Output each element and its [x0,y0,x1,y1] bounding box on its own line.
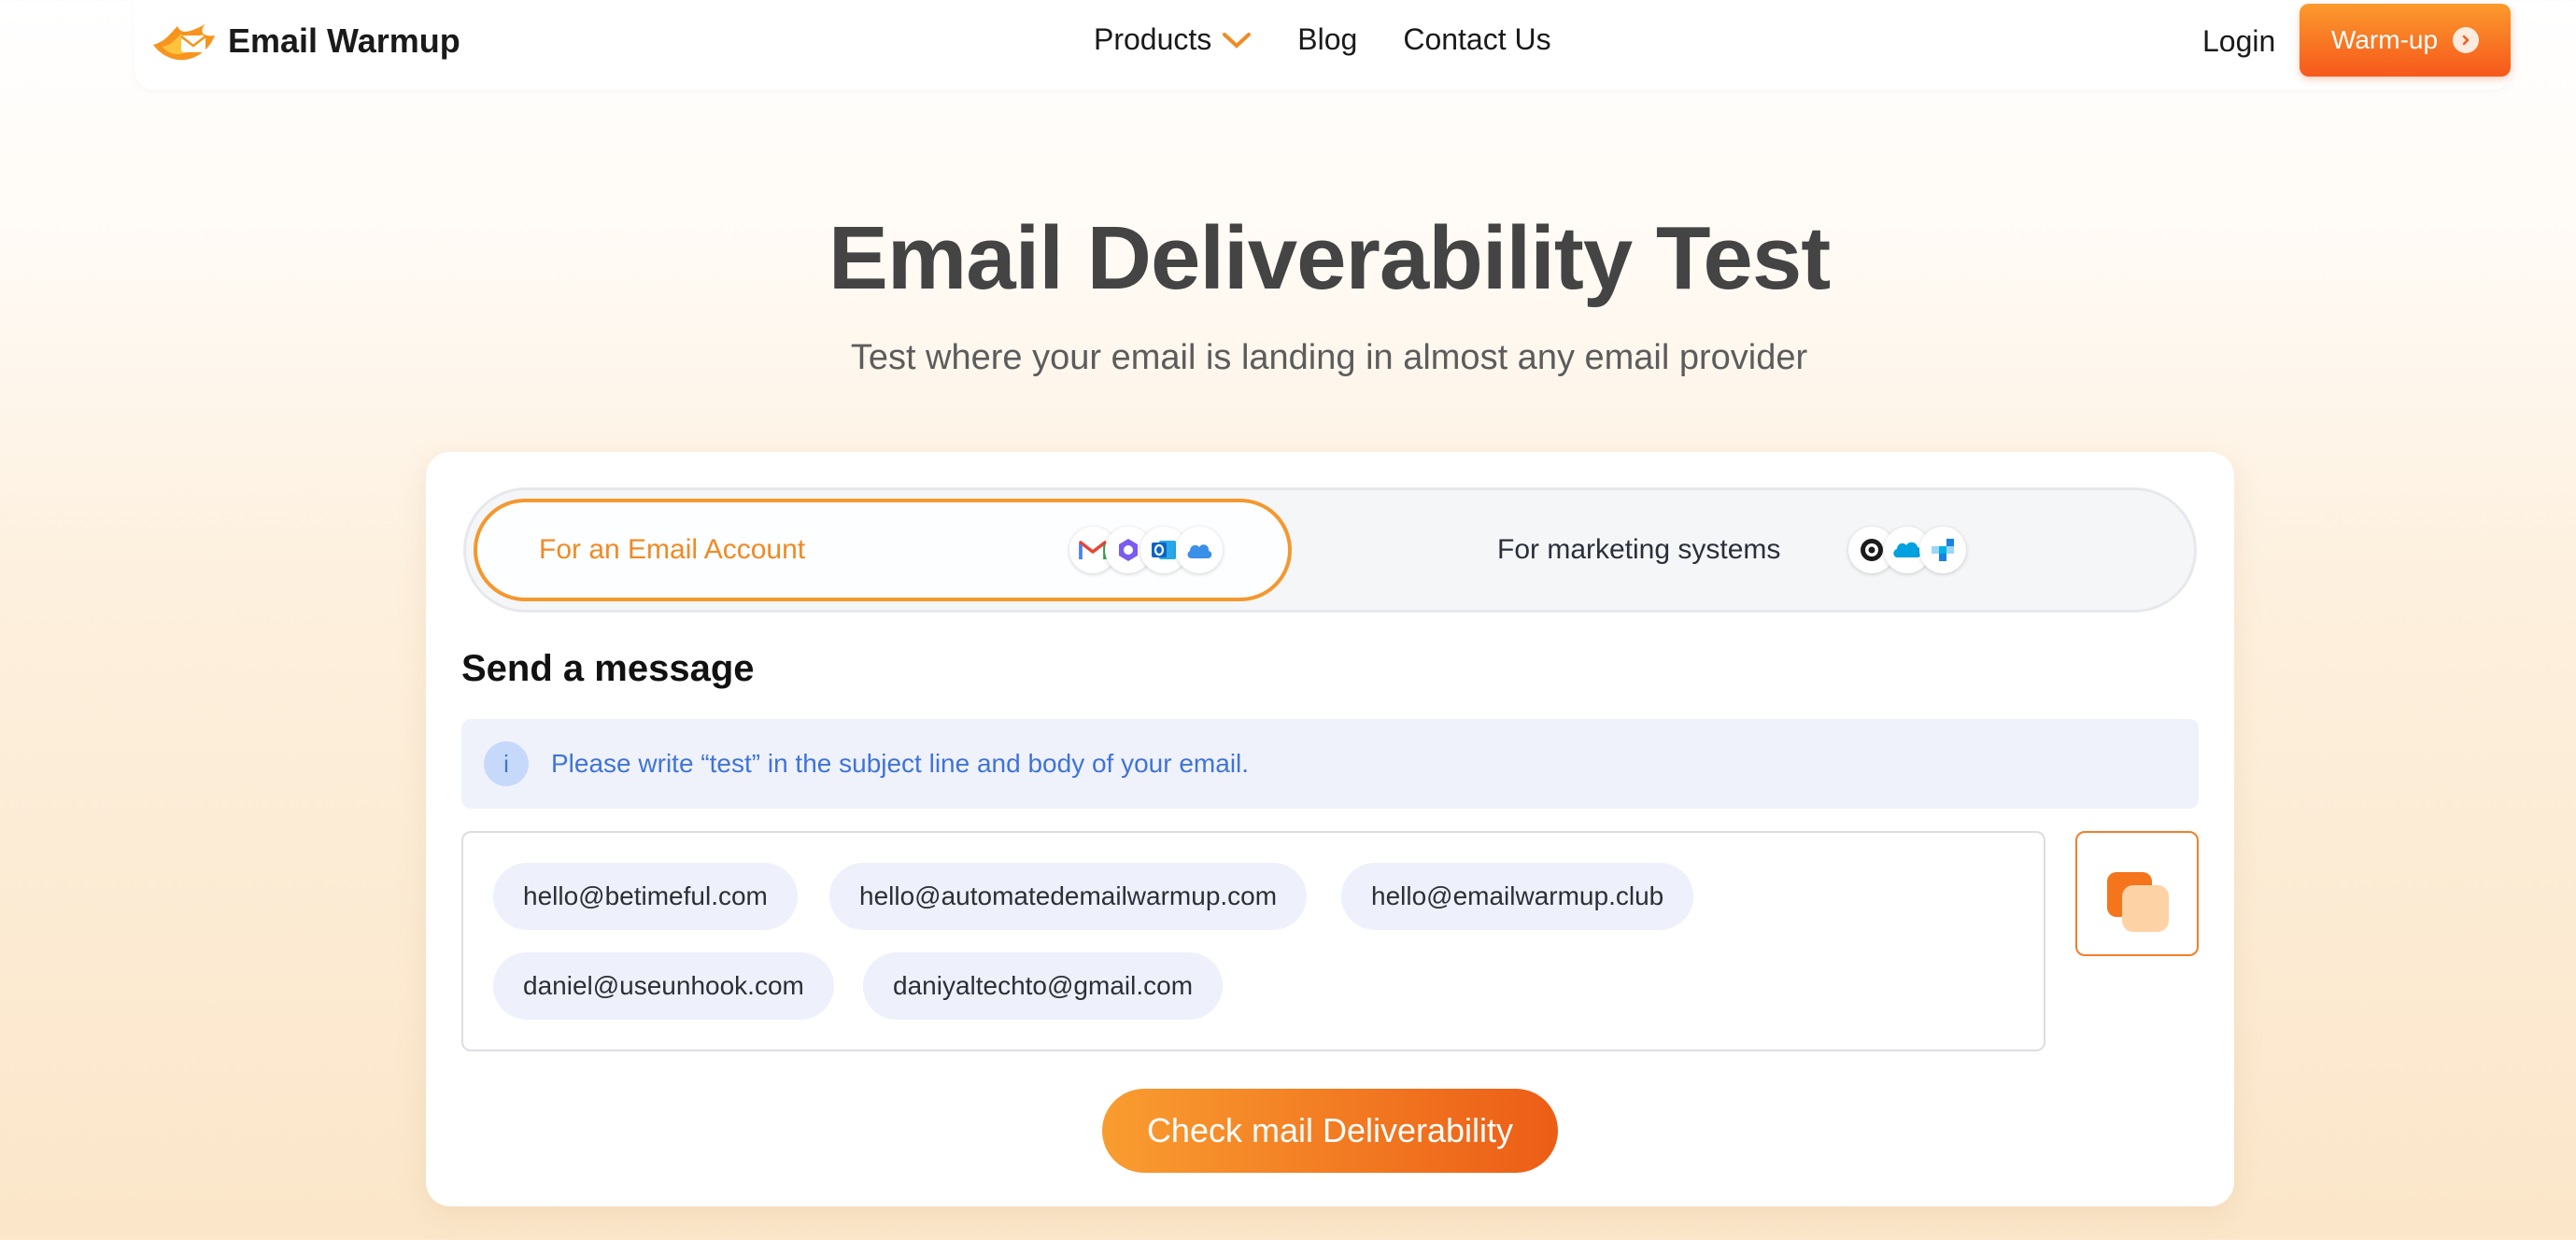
send-message-title: Send a message [461,648,755,689]
login-link[interactable]: Login [2202,24,2275,59]
sendgrid-icon [1919,527,1966,573]
main-nav: Products Blog Contact Us [1094,22,1551,57]
chevron-down-icon [1223,32,1252,49]
email-chip[interactable]: hello@automatedemailwarmup.com [829,863,1308,930]
tab-marketing-systems-label: For marketing systems [1497,534,1781,565]
site-header: Email Warmup Products Blog Contact Us Lo… [134,0,2512,90]
email-chip[interactable]: hello@emailwarmup.club [1341,863,1694,930]
logo-text: Email Warmup [228,21,460,60]
info-banner: i Please write “test” in the subject lin… [461,719,2199,809]
email-provider-icons [1069,527,1223,573]
warmup-button[interactable]: Warm-up [2300,4,2511,77]
nav-products-label: Products [1094,22,1212,56]
logo[interactable]: Email Warmup [149,13,460,69]
email-chip[interactable]: hello@betimeful.com [493,863,798,930]
flame-envelope-logo-icon [153,24,215,61]
warmup-button-label: Warm-up [2330,25,2439,54]
email-chip[interactable]: daniel@useunhook.com [493,952,834,1020]
tab-switcher: For an Email Account For marketing syste… [463,487,2197,613]
deliverability-card: For an Email Account For marketing syste… [426,452,2234,1206]
page-title: Email Deliverability Test [828,208,1831,308]
marketing-provider-icons [1848,527,1966,573]
icloud-icon [1176,527,1223,573]
arrow-right-circle-icon [2453,27,2480,53]
info-text: Please write “test” in the subject line … [551,749,1250,778]
nav-blog[interactable]: Blog [1297,22,1357,57]
email-chip[interactable]: daniyaltechto@gmail.com [863,952,1224,1020]
nav-products[interactable]: Products [1094,22,1253,57]
tab-email-account-label: For an Email Account [539,534,806,565]
nav-contact-us[interactable]: Contact Us [1403,22,1550,57]
tab-marketing-systems[interactable]: For marketing systems [1307,499,2185,601]
tab-email-account[interactable]: For an Email Account [474,499,1292,601]
seed-email-list: hello@betimeful.com hello@automatedemail… [461,831,2045,1051]
copy-emails-button[interactable] [2075,831,2199,956]
check-deliverability-button[interactable]: Check mail Deliverability [1102,1089,1558,1173]
page-subtitle: Test where your email is landing in almo… [850,338,1808,377]
info-icon: i [484,741,529,786]
